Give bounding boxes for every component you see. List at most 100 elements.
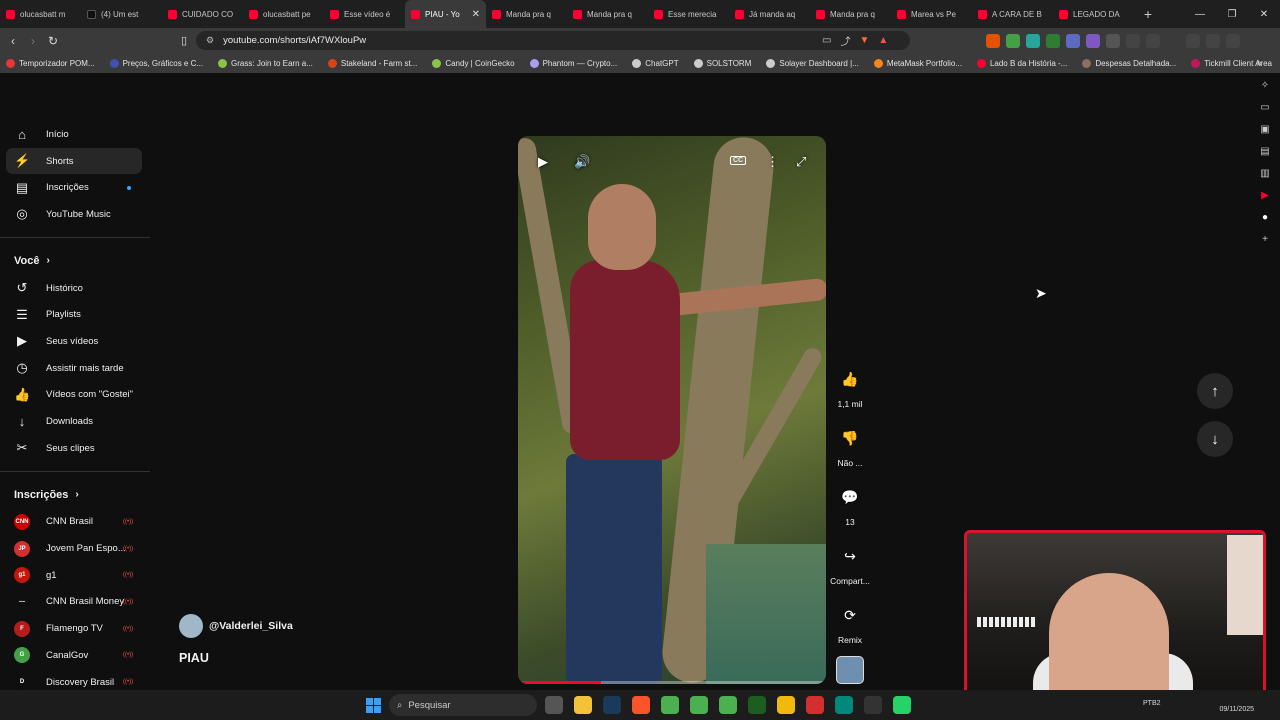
brave-shield-icon[interactable]: ▼	[859, 35, 869, 46]
sidebar-item[interactable]: ↺ Histórico	[0, 275, 152, 302]
subscription-item[interactable]: G CanalGov ((•))	[0, 642, 152, 669]
bookmark-item[interactable]: Grass: Join to Earn a...	[218, 58, 313, 68]
sidebar-toggle-icon[interactable]	[1146, 33, 1160, 48]
extension-icon[interactable]	[1046, 33, 1060, 48]
file-explorer-icon[interactable]	[574, 696, 592, 714]
bookmark-item[interactable]: Despesas Detalhada...	[1082, 58, 1176, 68]
taskbar-search[interactable]: ⌕ Pesquisar	[389, 694, 537, 716]
extension-icon[interactable]	[1006, 33, 1020, 48]
vim-icon[interactable]	[748, 696, 766, 714]
browser-tab[interactable]: A CARA DE B	[972, 0, 1053, 28]
minimize-icon[interactable]: —	[1184, 0, 1216, 28]
browser-tab[interactable]: Esse vídeo é	[324, 0, 405, 28]
system-tray-clock[interactable]: 09/11/2025	[1219, 694, 1254, 715]
more-options-icon[interactable]: ⋮	[766, 154, 779, 170]
bookmark-item[interactable]: Stakeland - Farm st...	[327, 58, 417, 68]
next-short-button[interactable]: ↓	[1197, 421, 1233, 457]
chrome-icon[interactable]	[690, 696, 708, 714]
add-panel-icon[interactable]: +	[1262, 234, 1268, 245]
chrome-icon[interactable]	[661, 696, 679, 714]
app-icon[interactable]	[864, 696, 882, 714]
bookmark-item[interactable]: Temporizador POM...	[6, 58, 95, 68]
comment-button[interactable]: 💬 13	[826, 482, 874, 528]
browser-tab[interactable]: Esse merecia	[648, 0, 729, 28]
bookmark-item[interactable]: Preços, Gráficos e C...	[109, 58, 203, 68]
browser-tab[interactable]: PIAU - Yo ✕	[405, 0, 486, 28]
brave-icon[interactable]	[632, 696, 650, 714]
browser-tab[interactable]: (4) Um est	[81, 0, 162, 28]
channel-avatar[interactable]	[179, 614, 203, 638]
bookmark-item[interactable]: Lado B da História -...	[976, 58, 1067, 68]
share-page-icon[interactable]: ⤴	[840, 33, 850, 48]
menu-icon[interactable]	[1226, 33, 1240, 48]
puzzle-icon[interactable]	[1126, 33, 1140, 48]
play-icon[interactable]: ▶	[538, 154, 548, 170]
shorts-video-player[interactable]: ▶ 🔊 CC ⋮ ⤢	[518, 136, 826, 684]
task-view-icon[interactable]	[545, 696, 563, 714]
leo-ai-icon[interactable]: ✧	[1261, 80, 1269, 91]
sidebar-item[interactable]: ⚡ Shorts	[6, 147, 142, 175]
bookmark-item[interactable]: Phantom — Crypto...	[529, 58, 617, 68]
extension-icon[interactable]	[1106, 33, 1120, 48]
dislike-button[interactable]: 👎 Não ...	[826, 423, 874, 469]
subscription-item[interactable]: JP Jovem Pan Espo... ((•))	[0, 535, 152, 562]
video-progress-bar[interactable]	[518, 681, 826, 684]
new-tab-button[interactable]: +	[1138, 6, 1158, 22]
app-icon[interactable]	[806, 696, 824, 714]
restore-icon[interactable]: ❐	[1216, 0, 1248, 28]
captions-button[interactable]: CC	[730, 156, 747, 165]
previous-short-button[interactable]: ↑	[1197, 373, 1233, 409]
extension-icon[interactable]	[1066, 33, 1080, 48]
back-icon[interactable]: ‹	[3, 34, 23, 48]
subscription-item[interactable]: CNN CNN Brasil ((•))	[0, 509, 152, 536]
bookmark-item[interactable]: Solayer Dashboard |...	[766, 58, 859, 68]
chrome-icon[interactable]	[719, 696, 737, 714]
sidebar-item[interactable]: ▶ Seus vídeos	[0, 328, 152, 355]
history-panel-icon[interactable]: ▥	[1260, 168, 1269, 179]
sound-avatar[interactable]	[836, 656, 864, 684]
sidebar-item[interactable]: 👍 Vídeos com "Gostei"	[0, 382, 152, 409]
browser-tab[interactable]: LEGADO DA	[1053, 0, 1134, 28]
brave-rewards-icon[interactable]: ▲	[878, 35, 888, 46]
browser-tab[interactable]: Marea vs Pe	[891, 0, 972, 28]
forward-icon[interactable]: ›	[23, 34, 43, 48]
volume-icon[interactable]: 🔊	[574, 154, 590, 170]
reload-icon[interactable]: ↻	[43, 34, 63, 48]
extension-icon[interactable]	[1026, 33, 1040, 48]
bookmark-item[interactable]: SOLSTORM	[693, 58, 751, 68]
subscription-item[interactable]: F Flamengo TV ((•))	[0, 615, 152, 642]
bookmark-item[interactable]: ChatGPT	[632, 58, 679, 68]
binance-icon[interactable]	[777, 696, 795, 714]
subscription-item[interactable]: g1 g1 ((•))	[0, 562, 152, 589]
bookmark-icon[interactable]: ▯	[181, 34, 195, 47]
sidebar-item[interactable]: ⌂ Início	[0, 121, 152, 148]
browser-tab[interactable]: CUIDADO CO	[162, 0, 243, 28]
circle-panel-icon[interactable]: ●	[1262, 212, 1268, 223]
youtube-panel-icon[interactable]: ▶	[1261, 190, 1269, 201]
browser-tab[interactable]: Manda pra q	[567, 0, 648, 28]
metatrader-icon[interactable]	[603, 696, 621, 714]
browser-tab[interactable]: Já manda aq	[729, 0, 810, 28]
sidebar-item[interactable]: ☰ Playlists	[0, 301, 152, 328]
keyboard-language[interactable]: PTB2	[1143, 700, 1161, 707]
fullscreen-icon[interactable]: ⤢	[796, 154, 806, 170]
url-bar[interactable]: ⚙ youtube.com/shorts/iAf7WXlouPw	[196, 31, 910, 50]
bookmarks-panel-icon[interactable]: ▤	[1260, 146, 1269, 157]
close-tab-icon[interactable]: ✕	[472, 9, 480, 20]
browser-tab[interactable]: Manda pra q	[810, 0, 891, 28]
sidebar-item[interactable]: ✂ Seus clipes	[0, 435, 152, 462]
close-window-icon[interactable]: ✕	[1248, 0, 1280, 28]
reading-list-icon[interactable]	[1206, 33, 1220, 48]
site-info-icon[interactable]: ⚙	[206, 35, 214, 46]
cast-icon[interactable]: ▭	[822, 35, 831, 46]
sidebar-item[interactable]: ▤ Inscrições	[0, 174, 152, 201]
bookmark-item[interactable]: Candy | CoinGecko	[432, 58, 515, 68]
like-button[interactable]: 👍 1,1 mil	[826, 364, 874, 410]
media-icon[interactable]	[1186, 33, 1200, 48]
browser-tab[interactable]: olucasbatt m	[0, 0, 81, 28]
browser-tab[interactable]: olucasbatt pe	[243, 0, 324, 28]
share-button[interactable]: ↪ Compart...	[826, 541, 874, 587]
you-section-heading[interactable]: Você ›	[0, 247, 152, 275]
sidebar-item[interactable]: ↓ Downloads	[0, 408, 152, 435]
subscriptions-section-heading[interactable]: Inscrições ›	[0, 481, 152, 509]
